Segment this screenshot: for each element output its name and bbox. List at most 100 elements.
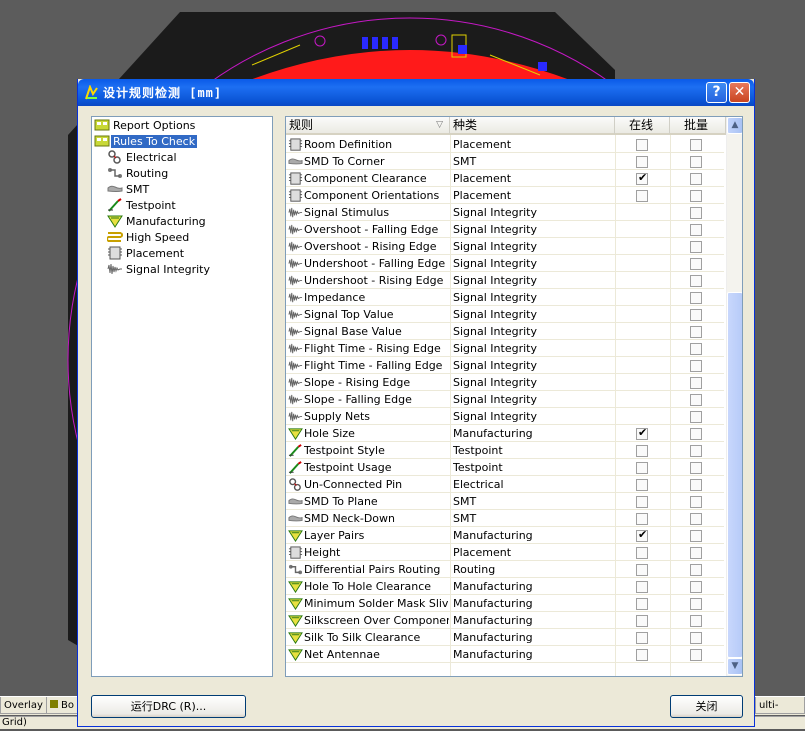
run-drc-button[interactable]: 运行DRC (R)... bbox=[91, 695, 246, 718]
rule-row[interactable]: Overshoot - Falling Edge Signal Integrity bbox=[286, 221, 724, 238]
vertical-scrollbar[interactable]: ▲ ▼ bbox=[726, 117, 742, 676]
online-checkbox[interactable] bbox=[636, 581, 648, 593]
batch-checkbox[interactable] bbox=[690, 258, 702, 270]
rule-row[interactable]: Testpoint Style Testpoint bbox=[286, 442, 724, 459]
tree-item-smt[interactable]: SMT bbox=[107, 182, 151, 198]
tree-item-report-options[interactable]: Report Options bbox=[94, 118, 197, 134]
rule-row[interactable]: Signal Top Value Signal Integrity bbox=[286, 306, 724, 323]
batch-checkbox[interactable] bbox=[690, 581, 702, 593]
batch-checkbox[interactable] bbox=[690, 445, 702, 457]
batch-checkbox[interactable] bbox=[690, 615, 702, 627]
tree-item-high-speed[interactable]: High Speed bbox=[106, 230, 191, 246]
tree-item-manufacturing[interactable]: Manufacturing bbox=[107, 214, 208, 230]
batch-checkbox[interactable] bbox=[690, 241, 702, 253]
rule-row[interactable]: Slope - Rising Edge Signal Integrity bbox=[286, 374, 724, 391]
rule-row[interactable]: Overshoot - Rising Edge Signal Integrity bbox=[286, 238, 724, 255]
layer-tab-overlay[interactable]: Overlay bbox=[0, 697, 47, 714]
rule-row[interactable]: Hole To Hole Clearance Manufacturing bbox=[286, 578, 724, 595]
online-checkbox[interactable] bbox=[636, 598, 648, 610]
batch-checkbox[interactable] bbox=[690, 309, 702, 321]
batch-checkbox[interactable] bbox=[690, 462, 702, 474]
column-header-category[interactable]: 种类 bbox=[450, 117, 615, 135]
rule-row[interactable]: Testpoint Usage Testpoint bbox=[286, 459, 724, 476]
batch-checkbox[interactable] bbox=[690, 496, 702, 508]
rules-grid[interactable]: 规则 ▽ 种类 在线 批量 Room Definition Placement SMD… bbox=[285, 116, 743, 677]
batch-checkbox[interactable] bbox=[690, 428, 702, 440]
column-header-batch[interactable]: 批量 bbox=[670, 117, 726, 135]
online-checkbox[interactable] bbox=[636, 479, 648, 491]
batch-checkbox[interactable] bbox=[690, 224, 702, 236]
batch-checkbox[interactable] bbox=[690, 564, 702, 576]
rule-row[interactable]: Room Definition Placement bbox=[286, 136, 724, 153]
online-checkbox[interactable] bbox=[636, 528, 648, 542]
tree-item-routing[interactable]: Routing bbox=[107, 166, 170, 182]
rule-row[interactable]: SMD Neck-Down SMT bbox=[286, 510, 724, 527]
rule-row[interactable]: Slope - Falling Edge Signal Integrity bbox=[286, 391, 724, 408]
tree-item-signal-integrity[interactable]: Signal Integrity bbox=[107, 262, 212, 278]
scroll-up-button[interactable]: ▲ bbox=[727, 117, 742, 134]
rule-row[interactable]: Signal Stimulus Signal Integrity bbox=[286, 204, 724, 221]
batch-checkbox[interactable] bbox=[690, 632, 702, 644]
batch-checkbox[interactable] bbox=[690, 513, 702, 525]
online-checkbox[interactable] bbox=[636, 513, 648, 525]
online-checkbox[interactable] bbox=[636, 445, 648, 457]
online-checkbox[interactable] bbox=[636, 649, 648, 661]
online-checkbox[interactable] bbox=[636, 462, 648, 474]
help-button[interactable]: ? bbox=[706, 82, 727, 103]
rules-tree[interactable]: Report Options Rules To Check Electrical Ro… bbox=[91, 116, 273, 677]
rule-row[interactable]: Net Antennae Manufacturing bbox=[286, 646, 724, 663]
batch-checkbox[interactable] bbox=[690, 139, 702, 151]
layer-tab-bottom[interactable]: Bo bbox=[46, 697, 78, 714]
rule-row[interactable]: Component Orientations Placement bbox=[286, 187, 724, 204]
batch-checkbox[interactable] bbox=[690, 343, 702, 355]
online-checkbox[interactable] bbox=[636, 496, 648, 508]
batch-checkbox[interactable] bbox=[690, 190, 702, 202]
rule-row[interactable]: Impedance Signal Integrity bbox=[286, 289, 724, 306]
batch-checkbox[interactable] bbox=[690, 173, 702, 185]
layer-tab-multi-layer[interactable]: ulti-Layer bbox=[755, 697, 805, 728]
tree-item-placement[interactable]: Placement bbox=[107, 246, 186, 262]
batch-checkbox[interactable] bbox=[690, 411, 702, 423]
scroll-thumb[interactable] bbox=[727, 292, 742, 658]
rule-row[interactable]: Differential Pairs Routing Routing bbox=[286, 561, 724, 578]
rule-row[interactable]: Un-Connected Pin Electrical bbox=[286, 476, 724, 493]
rule-row[interactable]: Component Clearance Placement bbox=[286, 170, 724, 187]
online-checkbox[interactable] bbox=[636, 171, 648, 185]
batch-checkbox[interactable] bbox=[690, 207, 702, 219]
online-checkbox[interactable] bbox=[636, 547, 648, 559]
tree-item-electrical[interactable]: Electrical bbox=[107, 150, 179, 166]
rule-row[interactable]: Flight Time - Rising Edge Signal Integrit… bbox=[286, 340, 724, 357]
batch-checkbox[interactable] bbox=[690, 547, 702, 559]
rule-row[interactable]: Height Placement bbox=[286, 544, 724, 561]
batch-checkbox[interactable] bbox=[690, 326, 702, 338]
tree-item-testpoint[interactable]: Testpoint bbox=[107, 198, 178, 214]
close-button[interactable]: 关闭 bbox=[670, 695, 743, 718]
rule-row[interactable]: Undershoot - Falling Edge Signal Integrit… bbox=[286, 255, 724, 272]
column-header-online[interactable]: 在线 bbox=[615, 117, 670, 135]
batch-checkbox[interactable] bbox=[690, 479, 702, 491]
rule-row[interactable]: SMD To Corner SMT bbox=[286, 153, 724, 170]
rule-row[interactable]: Undershoot - Rising Edge Signal Integrity bbox=[286, 272, 724, 289]
rule-row[interactable]: Flight Time - Falling Edge Signal Integri… bbox=[286, 357, 724, 374]
batch-checkbox[interactable] bbox=[690, 292, 702, 304]
title-close-button[interactable]: ✕ bbox=[729, 82, 750, 103]
rule-row[interactable]: Silk To Silk Clearance Manufacturing bbox=[286, 629, 724, 646]
column-header-rule[interactable]: 规则 ▽ bbox=[286, 117, 450, 135]
batch-checkbox[interactable] bbox=[690, 275, 702, 287]
rule-row[interactable]: Silkscreen Over Component Pads Manufactur… bbox=[286, 612, 724, 629]
online-checkbox[interactable] bbox=[636, 139, 648, 151]
batch-checkbox[interactable] bbox=[690, 394, 702, 406]
rule-row[interactable]: Layer Pairs Manufacturing bbox=[286, 527, 724, 544]
scroll-down-button[interactable]: ▼ bbox=[727, 658, 742, 675]
batch-checkbox[interactable] bbox=[690, 649, 702, 661]
batch-checkbox[interactable] bbox=[690, 377, 702, 389]
online-checkbox[interactable] bbox=[636, 564, 648, 576]
online-checkbox[interactable] bbox=[636, 426, 648, 440]
online-checkbox[interactable] bbox=[636, 615, 648, 627]
rule-row[interactable]: Supply Nets Signal Integrity bbox=[286, 408, 724, 425]
online-checkbox[interactable] bbox=[636, 632, 648, 644]
batch-checkbox[interactable] bbox=[690, 598, 702, 610]
rule-row[interactable]: Hole Size Manufacturing bbox=[286, 425, 724, 442]
batch-checkbox[interactable] bbox=[690, 156, 702, 168]
dialog-titlebar[interactable]: 设计规则检测 [mm] ? ✕ bbox=[78, 79, 754, 106]
